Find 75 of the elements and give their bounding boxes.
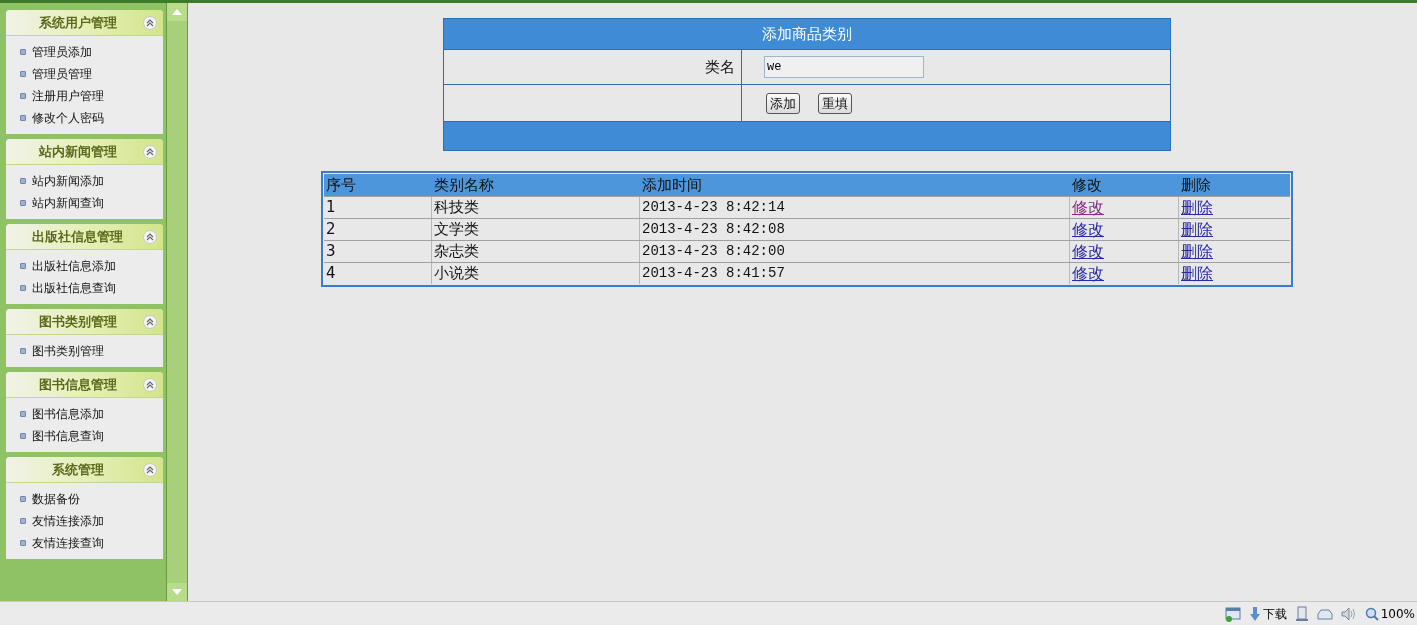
form-button[interactable]: 重填 bbox=[818, 92, 852, 114]
sidebar-link[interactable]: 友情连接查询 bbox=[32, 534, 104, 552]
bullet-icon bbox=[20, 71, 26, 77]
sidebar-link[interactable]: 管理员管理 bbox=[32, 65, 92, 83]
delete-link[interactable]: 删除 bbox=[1181, 220, 1213, 239]
collapse-icon[interactable] bbox=[143, 377, 157, 392]
table-cell: 4 bbox=[324, 263, 432, 284]
panel-title: 出版社信息管理 bbox=[31, 227, 124, 246]
collapse-icon[interactable] bbox=[143, 15, 157, 30]
panel-header[interactable]: 系统管理 bbox=[6, 457, 163, 483]
delete-link[interactable]: 删除 bbox=[1181, 242, 1213, 261]
column-header: 序号 bbox=[325, 175, 357, 196]
bullet-icon bbox=[20, 411, 26, 417]
download-label[interactable]: 下载 bbox=[1262, 604, 1287, 623]
column-header: 修改 bbox=[1071, 175, 1103, 196]
speaker-icon[interactable] bbox=[1340, 606, 1357, 621]
sidebar-link[interactable]: 管理员添加 bbox=[32, 43, 92, 61]
panel-header[interactable]: 出版社信息管理 bbox=[6, 224, 163, 250]
zoom-icon[interactable] bbox=[1364, 606, 1379, 621]
tray-icon[interactable] bbox=[1316, 606, 1333, 621]
window-icon[interactable] bbox=[1224, 605, 1241, 622]
sidebar-link[interactable]: 友情连接添加 bbox=[32, 512, 104, 530]
edit-link[interactable]: 修改 bbox=[1072, 198, 1104, 217]
panel-header[interactable]: 图书信息管理 bbox=[6, 372, 163, 398]
sidebar-link[interactable]: 出版社信息添加 bbox=[32, 257, 116, 275]
zoom-level[interactable]: 100% bbox=[1380, 604, 1415, 623]
edit-link[interactable]: 修改 bbox=[1072, 242, 1104, 261]
download-icon[interactable] bbox=[1248, 605, 1261, 622]
collapse-icon[interactable] bbox=[143, 144, 157, 159]
column-header: 添加时间 bbox=[641, 175, 703, 196]
bullet-icon bbox=[20, 115, 26, 121]
input-field[interactable]: we bbox=[764, 56, 924, 78]
edit-link[interactable]: 修改 bbox=[1072, 264, 1104, 283]
device-icon[interactable] bbox=[1294, 605, 1309, 622]
panel-header[interactable]: 站内新闻管理 bbox=[6, 139, 163, 165]
bullet-icon bbox=[20, 433, 26, 439]
table-cell: 2013-4-23 8:41:57 bbox=[640, 263, 1070, 284]
sidebar-link[interactable]: 站内新闻添加 bbox=[32, 172, 104, 190]
column-header: 删除 bbox=[1180, 175, 1212, 196]
collapse-icon[interactable] bbox=[143, 229, 157, 244]
bullet-icon bbox=[20, 540, 26, 546]
collapse-icon[interactable] bbox=[143, 462, 157, 477]
panel-header[interactable]: 图书类别管理 bbox=[6, 309, 163, 335]
form-button[interactable]: 添加 bbox=[766, 92, 800, 114]
panel-title: 系统管理 bbox=[50, 460, 105, 479]
sidebar-link[interactable]: 出版社信息查询 bbox=[32, 279, 116, 297]
sidebar-link[interactable]: 图书类别管理 bbox=[32, 342, 104, 360]
column-header: 类别名称 bbox=[433, 175, 495, 196]
bullet-icon bbox=[20, 285, 26, 291]
sidebar-link[interactable]: 数据备份 bbox=[32, 490, 80, 508]
panel-title: 图书信息管理 bbox=[37, 375, 118, 394]
sidebar-link[interactable]: 站内新闻查询 bbox=[32, 194, 104, 212]
bullet-icon bbox=[20, 496, 26, 502]
table-cell: 小说类 bbox=[432, 263, 640, 284]
panel-title: 系统用户管理 bbox=[37, 13, 118, 32]
bullet-icon bbox=[20, 93, 26, 99]
bullet-icon bbox=[20, 49, 26, 55]
bullet-icon bbox=[20, 263, 26, 269]
bullet-icon bbox=[20, 200, 26, 206]
panel-title: 站内新闻管理 bbox=[37, 142, 118, 161]
panel-header[interactable]: 系统用户管理 bbox=[6, 10, 163, 36]
bullet-icon bbox=[20, 518, 26, 524]
bullet-icon bbox=[20, 348, 26, 354]
sidebar-link[interactable]: 图书信息添加 bbox=[32, 405, 104, 423]
bullet-icon bbox=[20, 178, 26, 184]
field-label: 类名 bbox=[705, 56, 735, 78]
delete-link[interactable]: 删除 bbox=[1181, 198, 1213, 217]
sidebar-link[interactable]: 注册用户管理 bbox=[32, 87, 104, 105]
panel-title: 图书类别管理 bbox=[37, 312, 118, 331]
edit-link[interactable]: 修改 bbox=[1072, 220, 1104, 239]
collapse-icon[interactable] bbox=[143, 314, 157, 329]
sidebar-link[interactable]: 修改个人密码 bbox=[32, 109, 104, 127]
sidebar-link[interactable]: 图书信息查询 bbox=[32, 427, 104, 445]
delete-link[interactable]: 删除 bbox=[1181, 264, 1213, 283]
form-title: 添加商品类别 bbox=[444, 19, 1170, 49]
